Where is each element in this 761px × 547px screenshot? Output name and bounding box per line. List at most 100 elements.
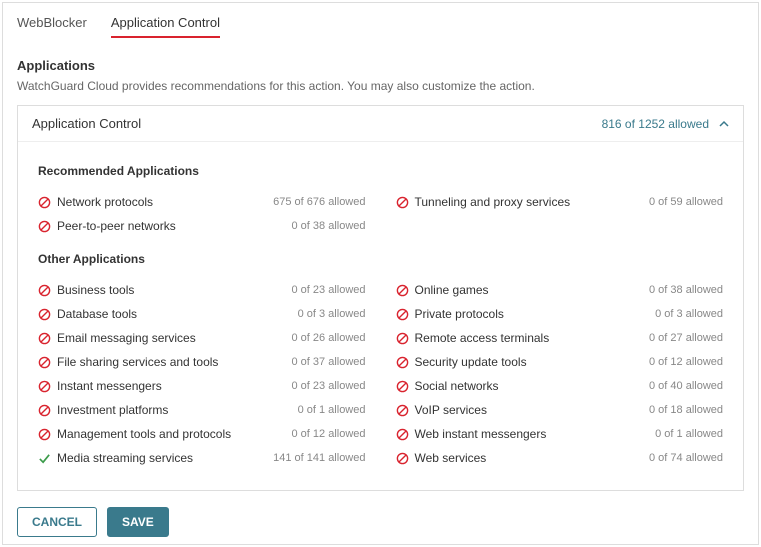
app-label: Instant messengers (38, 379, 162, 393)
app-name: Investment platforms (57, 403, 168, 417)
app-name: Database tools (57, 307, 137, 321)
app-label: Management tools and protocols (38, 427, 231, 441)
tab-bar: WebBlocker Application Control (17, 15, 744, 38)
block-icon (38, 404, 51, 417)
app-label: Remote access terminals (396, 331, 550, 345)
app-name: VoIP services (415, 403, 487, 417)
grid-col-right: Online games0 of 38 allowedPrivate proto… (396, 278, 724, 470)
app-count: 0 of 74 allowed (649, 452, 723, 464)
app-name: Peer-to-peer networks (57, 219, 176, 233)
panel-summary-text: 816 of 1252 allowed (602, 117, 709, 131)
app-name: Tunneling and proxy services (415, 195, 571, 209)
app-name: Private protocols (415, 307, 504, 321)
section-description: WatchGuard Cloud provides recommendation… (17, 79, 744, 93)
cancel-button[interactable]: CANCEL (17, 507, 97, 537)
app-count: 0 of 38 allowed (292, 220, 366, 232)
block-icon (38, 380, 51, 393)
app-name: Web instant messengers (415, 427, 547, 441)
app-label: Business tools (38, 283, 134, 297)
app-row[interactable]: Business tools 0 of 23 allowed (38, 278, 366, 302)
app-row[interactable]: Social networks0 of 40 allowed (396, 374, 724, 398)
app-name: Social networks (415, 379, 499, 393)
app-row[interactable]: Database tools 0 of 3 allowed (38, 302, 366, 326)
app-label: Online games (396, 283, 489, 297)
panel-summary: 816 of 1252 allowed (602, 117, 729, 131)
block-icon (38, 308, 51, 321)
app-label: Database tools (38, 307, 137, 321)
main-panel: WebBlocker Application Control Applicati… (2, 2, 759, 545)
panel-title: Application Control (32, 116, 141, 131)
app-row[interactable]: Peer-to-peer networks 0 of 38 allowed (38, 214, 366, 238)
app-name: Media streaming services (57, 451, 193, 465)
app-name: Business tools (57, 283, 134, 297)
grid-col-left: Business tools 0 of 23 allowed Database to… (38, 278, 366, 470)
button-bar: CANCEL SAVE (17, 507, 744, 537)
other-grid: Business tools 0 of 23 allowed Database to… (38, 278, 723, 470)
app-row[interactable]: Email messaging services 0 of 26 allowed (38, 326, 366, 350)
app-label: Web services (396, 451, 487, 465)
block-icon (396, 428, 409, 441)
app-row[interactable]: VoIP services0 of 18 allowed (396, 398, 724, 422)
block-icon (396, 196, 409, 209)
block-icon (396, 308, 409, 321)
block-icon (38, 332, 51, 345)
app-name: Network protocols (57, 195, 153, 209)
app-row[interactable]: File sharing services and tools0 of 37 a… (38, 350, 366, 374)
app-name: Web services (415, 451, 487, 465)
application-control-panel: Application Control 816 of 1252 allowed … (17, 105, 744, 491)
app-label: Private protocols (396, 307, 504, 321)
block-icon (38, 356, 51, 369)
app-label: Security update tools (396, 355, 527, 369)
app-row[interactable]: Web services 0 of 74 allowed (396, 446, 724, 470)
grid-col-right: Tunneling and proxy services 0 of 59 allo… (396, 190, 724, 238)
save-button[interactable]: SAVE (107, 507, 169, 537)
app-row[interactable]: Web instant messengers 0 of 1 allowed (396, 422, 724, 446)
panel-header[interactable]: Application Control 816 of 1252 allowed (18, 106, 743, 142)
app-label: File sharing services and tools (38, 355, 218, 369)
block-icon (396, 452, 409, 465)
app-name: Email messaging services (57, 331, 196, 345)
app-row[interactable]: Online games0 of 38 allowed (396, 278, 724, 302)
app-label: Social networks (396, 379, 499, 393)
app-row[interactable]: Network protocols 675 of 676 allowed (38, 190, 366, 214)
app-count: 0 of 59 allowed (649, 196, 723, 208)
app-row[interactable]: Instant messengers 0 of 23 allowed (38, 374, 366, 398)
tab-webblocker[interactable]: WebBlocker (17, 15, 87, 38)
app-row[interactable]: Management tools and protocols 0 of 12 al… (38, 422, 366, 446)
block-icon (396, 380, 409, 393)
app-count: 141 of 141 allowed (273, 452, 365, 464)
app-count: 0 of 1 allowed (655, 428, 723, 440)
app-count: 0 of 23 allowed (292, 380, 366, 392)
app-label: Email messaging services (38, 331, 196, 345)
app-row[interactable]: Remote access terminals 0 of 27 allowed (396, 326, 724, 350)
app-count: 0 of 23 allowed (292, 284, 366, 296)
recommended-grid: Network protocols 675 of 676 allowed Peer-… (38, 190, 723, 238)
app-row[interactable]: Private protocols 0 of 3 allowed (396, 302, 724, 326)
app-name: Management tools and protocols (57, 427, 231, 441)
app-label: Network protocols (38, 195, 153, 209)
grid-col-left: Network protocols 675 of 676 allowed Peer-… (38, 190, 366, 238)
group-title-other: Other Applications (38, 252, 723, 266)
app-row[interactable]: Media streaming services 141 of 141 allow… (38, 446, 366, 470)
app-name: Instant messengers (57, 379, 162, 393)
app-count: 0 of 3 allowed (298, 308, 366, 320)
app-label: Investment platforms (38, 403, 168, 417)
app-row[interactable]: Tunneling and proxy services 0 of 59 allo… (396, 190, 724, 214)
group-title-recommended: Recommended Applications (38, 164, 723, 178)
app-name: Online games (415, 283, 489, 297)
app-count: 675 of 676 allowed (273, 196, 365, 208)
app-count: 0 of 3 allowed (655, 308, 723, 320)
app-row[interactable]: Security update tools0 of 12 allowed (396, 350, 724, 374)
block-icon (38, 284, 51, 297)
block-icon (38, 220, 51, 233)
app-count: 0 of 26 allowed (292, 332, 366, 344)
app-count: 0 of 12 allowed (292, 428, 366, 440)
app-label: Tunneling and proxy services (396, 195, 571, 209)
app-count: 0 of 1 allowed (298, 404, 366, 416)
tab-application-control[interactable]: Application Control (111, 15, 220, 38)
block-icon (396, 404, 409, 417)
app-count: 0 of 27 allowed (649, 332, 723, 344)
app-name: File sharing services and tools (57, 355, 218, 369)
app-row[interactable]: Investment platforms 0 of 1 allowed (38, 398, 366, 422)
app-label: Web instant messengers (396, 427, 547, 441)
